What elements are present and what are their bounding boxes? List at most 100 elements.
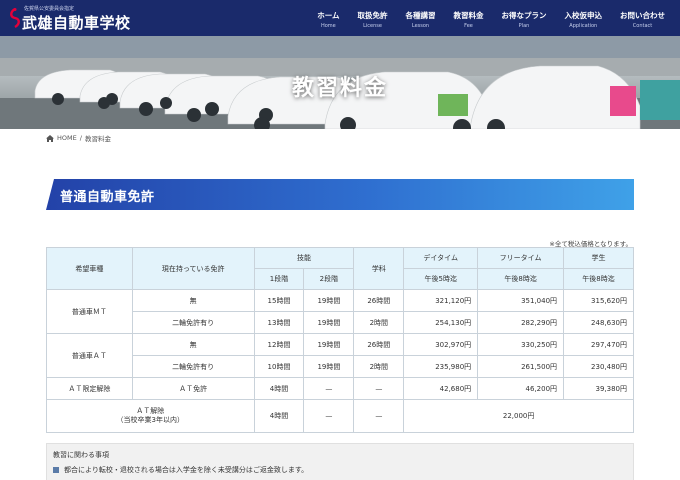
table-row: 普通車ＡＴ 無 12時間 19時間 26時間 302,970円 330,250円… (46, 333, 634, 378)
cell-stage1: 13時間 (253, 311, 305, 334)
nav-contact[interactable]: お問い合わせ Contact (611, 0, 674, 36)
breadcrumb-current: 教習料金 (84, 135, 111, 143)
breadcrumb-separator: / (79, 134, 82, 142)
cell-flat-price: 22,000円 (403, 399, 634, 433)
main-nav: ホーム Home 取扱免許 License 各種講習 Lesson 教習料金 Fee お… (308, 0, 674, 36)
header-freetime: フリータイム (477, 247, 565, 269)
nav-label: 取扱免許 (357, 11, 388, 20)
at-release-grad-sub: （当校卒業3年以内） (116, 416, 184, 424)
cell-academic: 2時間 (353, 311, 405, 334)
cell-student-price: 248,630円 (563, 311, 634, 334)
section-banner: 普通自動車免許 (46, 179, 634, 210)
nav-label: お得なプラン (501, 11, 547, 20)
header-skill: 技能 (253, 247, 355, 269)
cell-stage2: 19時間 (303, 355, 355, 378)
header-freetime-sub: 午後8時迄 (477, 268, 565, 290)
cell-daytime-price: 235,980円 (403, 355, 479, 378)
row-desired-mt: 普通車ＭＴ (46, 289, 133, 334)
nav-home[interactable]: ホーム Home (308, 0, 348, 36)
nav-label: ホーム (317, 11, 340, 20)
nav-label: 教習料金 (453, 11, 484, 20)
logo-title: 武雄自動車学校 (22, 14, 131, 32)
logo-mark-icon (10, 8, 20, 28)
cell-stage1: 4時間 (253, 399, 305, 433)
header-stage2: 2段階 (303, 268, 355, 290)
notes-item-text: 都合により転校・退校される場合は入学金を除く未受講分はご返金致します。 (64, 466, 309, 474)
cell-student-price: 230,480円 (563, 355, 634, 378)
nav-application[interactable]: 入校仮申込 Application (556, 0, 612, 36)
cell-freetime-price: 282,290円 (477, 311, 565, 334)
cell-license: 二輪免許有り (131, 355, 255, 378)
nav-plan[interactable]: お得なプラン Plan (493, 0, 556, 36)
cell-academic: 26時間 (353, 333, 405, 356)
cell-license: 無 (131, 289, 255, 312)
home-icon (46, 134, 54, 142)
nav-sublabel: Application (569, 23, 598, 29)
fee-table: 希望車種 現在持っている免許 技能 学科 デイタイム フリータイム 学生 1段階… (46, 247, 634, 433)
cell-stage1: 12時間 (253, 333, 305, 356)
cell-academic: 26時間 (353, 289, 405, 312)
nav-sublabel: Contact (632, 23, 653, 29)
nav-sublabel: Lesson (411, 23, 430, 29)
nav-label: 各種講習 (405, 11, 436, 20)
hero-banner: 教習料金 (0, 36, 680, 129)
nav-sublabel: Plan (518, 23, 530, 29)
cell-stage2: 19時間 (303, 333, 355, 356)
header-daytime: デイタイム (403, 247, 479, 269)
cell-license: ＡＴ免許 (131, 377, 255, 400)
nav-label: お問い合わせ (620, 11, 665, 20)
nav-label: 入校仮申込 (564, 11, 603, 20)
header-daytime-sub: 午後5時迄 (403, 268, 479, 290)
cell-academic: 2時間 (353, 355, 405, 378)
cell-academic: — (353, 399, 405, 433)
notes-box: 教習に関わる事項 都合により転校・退校される場合は入学金を除く未受講分はご返金致… (46, 443, 634, 480)
site-header: 佐賀県公安委員会指定 武雄自動車学校 ホーム Home 取扱免許 License 各… (0, 0, 680, 36)
cell-stage2: — (303, 399, 355, 433)
square-bullet-icon (53, 467, 59, 473)
cell-stage2: 19時間 (303, 289, 355, 312)
table-row: 普通車ＭＴ 無 15時間 19時間 26時間 321,120円 351,040円… (46, 289, 634, 334)
notes-item: 都合により転校・退校される場合は入学金を除く未受講分はご返金致します。 (53, 465, 308, 475)
cell-freetime-price: 351,040円 (477, 289, 565, 312)
row-desired-at: 普通車ＡＴ (46, 333, 133, 378)
cell-daytime-price: 42,680円 (403, 377, 479, 400)
header-student: 学生 (563, 247, 634, 269)
table-row: 二輪免許有り 13時間 19時間 2時間 254,130円 282,290円 2… (47, 311, 634, 334)
at-release-grad-label: ＡＴ解除 （当校卒業3年以内） (117, 407, 184, 425)
nav-lesson[interactable]: 各種講習 Lesson (397, 0, 445, 36)
notes-title: 教習に関わる事項 (53, 451, 109, 459)
section-title: 普通自動車免許 (60, 190, 155, 205)
header-desired: 希望車種 (46, 247, 133, 290)
cell-stage1: 4時間 (253, 377, 305, 400)
breadcrumb: HOME / 教習料金 (46, 133, 111, 143)
row-desired-at-release-grad: ＡＴ解除 （当校卒業3年以内） (46, 399, 255, 433)
cell-student-price: 297,470円 (563, 333, 634, 356)
cell-freetime-price: 46,200円 (477, 377, 565, 400)
nav-fee[interactable]: 教習料金 Fee (445, 0, 493, 36)
site-logo[interactable]: 佐賀県公安委員会指定 武雄自動車学校 (8, 4, 133, 32)
hero-title: 教習料金 (291, 75, 388, 101)
cell-license: 無 (131, 333, 255, 356)
cell-stage1: 10時間 (253, 355, 305, 378)
cell-daytime-price: 302,970円 (403, 333, 479, 356)
cell-freetime-price: 261,500円 (477, 355, 565, 378)
cell-license: 二輪免許有り (131, 311, 255, 334)
cell-student-price: 39,380円 (563, 377, 634, 400)
cell-stage1: 15時間 (253, 289, 305, 312)
table-row: ＡＴ限定解除 ＡＴ免許 4時間 — — 42,680円 46,200円 39,3… (46, 377, 634, 400)
cell-stage2: — (303, 377, 355, 400)
nav-sublabel: License (363, 23, 382, 29)
header-student-sub: 午後8時迄 (563, 268, 634, 290)
cell-daytime-price: 254,130円 (403, 311, 479, 334)
cell-stage2: 19時間 (303, 311, 355, 334)
nav-sublabel: Home (320, 23, 336, 29)
row-desired-at-release: ＡＴ限定解除 (46, 377, 133, 400)
at-release-grad-title: ＡＴ解除 (136, 407, 165, 416)
breadcrumb-home[interactable]: HOME (57, 134, 77, 142)
table-header-row: 希望車種 現在持っている免許 技能 学科 デイタイム フリータイム 学生 (46, 247, 634, 290)
nav-license[interactable]: 取扱免許 License (349, 0, 397, 36)
cell-daytime-price: 321,120円 (403, 289, 479, 312)
nav-sublabel: Fee (464, 23, 473, 29)
cell-student-price: 315,620円 (563, 289, 634, 312)
cell-freetime-price: 330,250円 (477, 333, 565, 356)
